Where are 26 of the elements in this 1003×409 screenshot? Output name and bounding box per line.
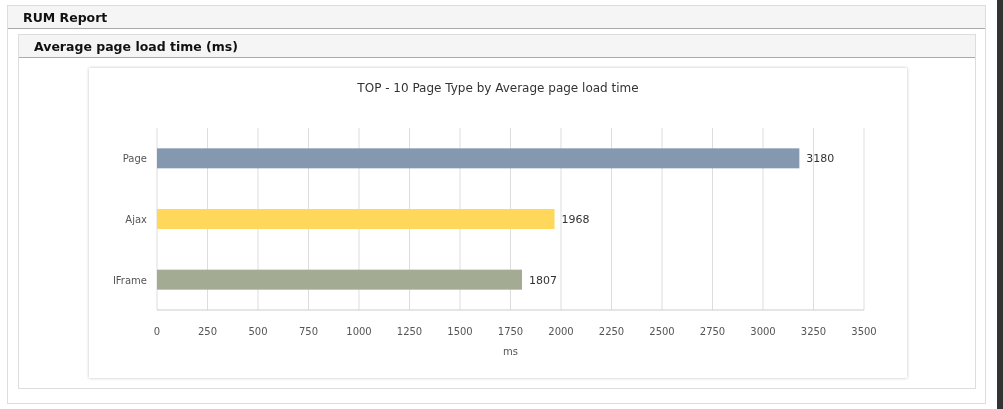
tick-label: 500 — [248, 326, 268, 337]
tick-label: 2000 — [548, 326, 574, 337]
tick-label: 3500 — [851, 326, 877, 337]
value-label: 1807 — [529, 273, 557, 287]
panel-title: Average page load time (ms) — [19, 35, 975, 58]
tick-label: 1250 — [396, 326, 423, 337]
tick-label: 1000 — [346, 326, 372, 337]
category-label: IFrame — [112, 274, 147, 286]
chart-title: TOP - 10 Page Type by Average page load time — [357, 81, 639, 95]
category-label: Page — [122, 153, 147, 165]
tick-label: 3000 — [750, 326, 776, 337]
report-title: RUM Report — [8, 6, 985, 29]
scrollbar[interactable] — [997, 0, 1003, 409]
category-label: Ajax — [125, 214, 147, 225]
tick-label: 1500 — [447, 326, 473, 337]
value-label: 1968 — [561, 213, 590, 226]
tick-label: 2750 — [699, 326, 726, 337]
tick-label: 2500 — [649, 326, 675, 337]
axis-label: ms — [503, 346, 518, 357]
tick-label: 1750 — [497, 326, 524, 337]
tick-label: 250 — [197, 326, 218, 337]
tick-label: 0 — [153, 326, 161, 337]
tick-label: 750 — [298, 326, 319, 337]
tick-label: 3250 — [800, 326, 827, 337]
value-label: 3180 — [806, 152, 835, 166]
tick-label: 2250 — [598, 326, 625, 337]
